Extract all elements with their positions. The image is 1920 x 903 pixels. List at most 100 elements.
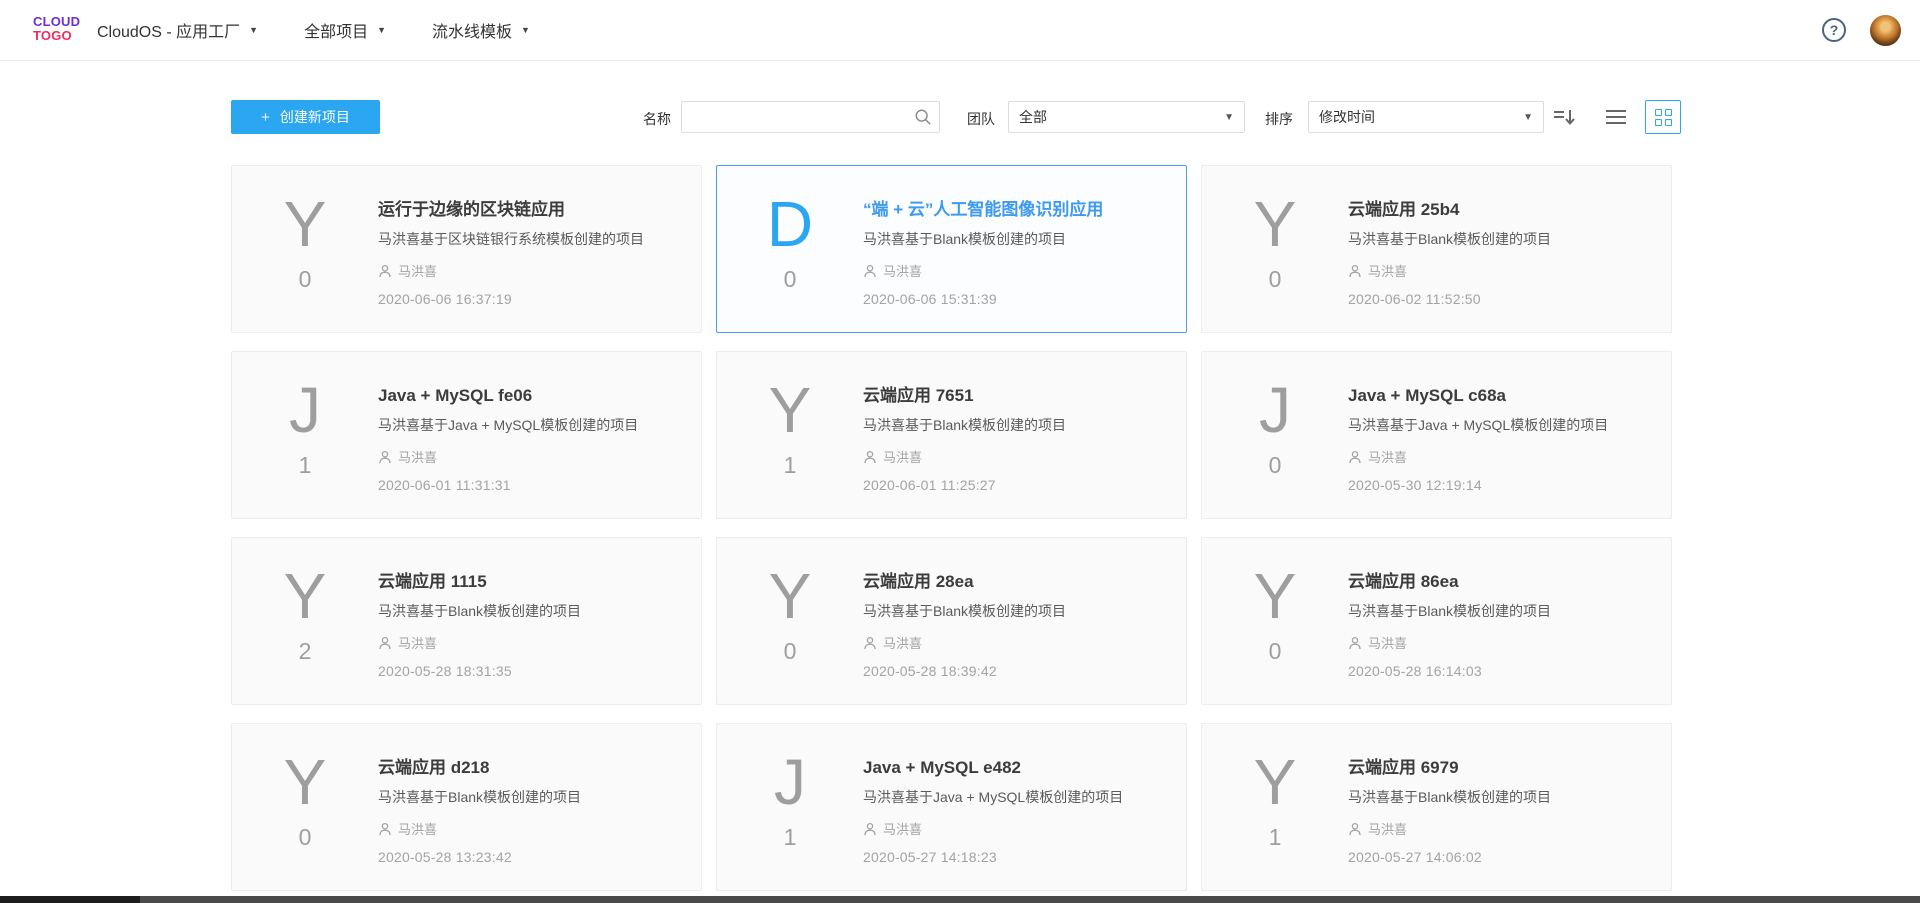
- project-description: 马洪喜基于Java + MySQL模板创建的项目: [378, 415, 638, 435]
- list-view-button[interactable]: [1604, 107, 1628, 130]
- project-owner-name: 马洪喜: [883, 261, 922, 280]
- project-title[interactable]: 云端应用 1115: [378, 571, 581, 592]
- horizontal-scrollbar[interactable]: [0, 896, 1920, 903]
- project-info: 云端应用 d218 马洪喜基于Blank模板创建的项目 马洪喜 2020-05-…: [378, 724, 581, 890]
- project-title[interactable]: 云端应用 7651: [863, 385, 1066, 406]
- project-title[interactable]: 云端应用 25b4: [1348, 199, 1551, 220]
- project-description: 马洪喜基于Java + MySQL模板创建的项目: [863, 787, 1123, 807]
- project-card[interactable]: Y 1 云端应用 7651 马洪喜基于Blank模板创建的项目 马洪喜 2020…: [716, 351, 1187, 519]
- project-description: 马洪喜基于Blank模板创建的项目: [378, 601, 581, 621]
- person-icon: [378, 264, 392, 278]
- project-modified-time: 2020-06-01 11:31:31: [378, 477, 638, 493]
- cloudtogo-logo[interactable]: CLOUD TOGO: [33, 15, 80, 43]
- project-card[interactable]: Y 0 云端应用 86ea 马洪喜基于Blank模板创建的项目 马洪喜 2020…: [1201, 537, 1672, 705]
- project-count: 0: [299, 824, 312, 851]
- project-owner-row: 马洪喜: [863, 447, 1066, 466]
- logo-line2: TOGO: [33, 29, 80, 43]
- nav-label: 流水线模板: [432, 18, 512, 42]
- project-owner-name: 马洪喜: [398, 819, 437, 838]
- project-initial-block: Y 0: [232, 724, 378, 890]
- project-modified-time: 2020-06-06 16:37:19: [378, 291, 644, 307]
- project-info: 云端应用 86ea 马洪喜基于Blank模板创建的项目 马洪喜 2020-05-…: [1348, 538, 1551, 704]
- project-initial-block: J 1: [717, 724, 863, 890]
- project-title[interactable]: Java + MySQL e482: [863, 757, 1123, 778]
- project-description: 马洪喜基于Blank模板创建的项目: [863, 601, 1066, 621]
- help-icon[interactable]: ?: [1822, 18, 1846, 42]
- project-owner-row: 马洪喜: [378, 819, 581, 838]
- person-icon: [1348, 264, 1362, 278]
- grid-view-icon: [1655, 109, 1672, 126]
- project-count: 2: [299, 638, 312, 665]
- project-title[interactable]: 云端应用 d218: [378, 757, 581, 778]
- project-description: 马洪喜基于Blank模板创建的项目: [1348, 601, 1551, 621]
- plus-icon: +: [261, 109, 270, 126]
- project-card[interactable]: Y 2 云端应用 1115 马洪喜基于Blank模板创建的项目 马洪喜 2020…: [231, 537, 702, 705]
- person-icon: [378, 450, 392, 464]
- scrollbar-thumb[interactable]: [0, 896, 140, 903]
- project-card[interactable]: Y 1 云端应用 6979 马洪喜基于Blank模板创建的项目 马洪喜 2020…: [1201, 723, 1672, 891]
- project-owner-row: 马洪喜: [1348, 447, 1608, 466]
- sort-select[interactable]: 修改时间 ▼: [1308, 101, 1544, 133]
- project-title[interactable]: Java + MySQL fe06: [378, 385, 638, 406]
- search-field-wrap: [681, 101, 940, 133]
- grid-view-button[interactable]: [1645, 100, 1681, 134]
- project-card[interactable]: J 0 Java + MySQL c68a 马洪喜基于Java + MySQL模…: [1201, 351, 1672, 519]
- project-modified-time: 2020-06-06 15:31:39: [863, 291, 1103, 307]
- project-initial-letter: Y: [1254, 748, 1297, 816]
- project-title[interactable]: Java + MySQL c68a: [1348, 385, 1608, 406]
- project-info: 云端应用 6979 马洪喜基于Blank模板创建的项目 马洪喜 2020-05-…: [1348, 724, 1551, 890]
- chevron-down-icon: ▼: [521, 25, 530, 35]
- project-card[interactable]: D 0 “端 + 云”人工智能图像识别应用 马洪喜基于Blank模板创建的项目 …: [716, 165, 1187, 333]
- project-card[interactable]: J 1 Java + MySQL e482 马洪喜基于Java + MySQL模…: [716, 723, 1187, 891]
- project-owner-name: 马洪喜: [398, 633, 437, 652]
- project-owner-name: 马洪喜: [1368, 633, 1407, 652]
- project-initial-letter: Y: [284, 562, 327, 630]
- person-icon: [1348, 822, 1362, 836]
- project-title[interactable]: “端 + 云”人工智能图像识别应用: [863, 199, 1103, 220]
- project-owner-name: 马洪喜: [398, 261, 437, 280]
- project-count: 0: [1269, 638, 1282, 665]
- project-info: 云端应用 28ea 马洪喜基于Blank模板创建的项目 马洪喜 2020-05-…: [863, 538, 1066, 704]
- project-card[interactable]: J 1 Java + MySQL fe06 马洪喜基于Java + MySQL模…: [231, 351, 702, 519]
- project-card[interactable]: Y 0 云端应用 28ea 马洪喜基于Blank模板创建的项目 马洪喜 2020…: [716, 537, 1187, 705]
- project-owner-row: 马洪喜: [1348, 633, 1551, 652]
- project-title[interactable]: 云端应用 6979: [1348, 757, 1551, 778]
- list-view-icon: [1604, 107, 1628, 127]
- project-owner-name: 马洪喜: [1368, 819, 1407, 838]
- user-avatar[interactable]: [1870, 15, 1901, 46]
- main-nav: CloudOS - 应用工厂 ▼ 全部项目 ▼ 流水线模板 ▼: [97, 0, 576, 60]
- project-initial-block: Y 1: [717, 352, 863, 518]
- project-initial-letter: J: [774, 748, 806, 816]
- project-owner-name: 马洪喜: [883, 819, 922, 838]
- project-card[interactable]: Y 0 运行于边缘的区块链应用 马洪喜基于区块链银行系统模板创建的项目 马洪喜 …: [231, 165, 702, 333]
- project-description: 马洪喜基于Blank模板创建的项目: [863, 229, 1103, 249]
- project-count: 0: [1269, 266, 1282, 293]
- search-input[interactable]: [681, 101, 940, 133]
- project-modified-time: 2020-05-28 18:39:42: [863, 663, 1066, 679]
- project-title[interactable]: 云端应用 86ea: [1348, 571, 1551, 592]
- project-owner-name: 马洪喜: [883, 447, 922, 466]
- project-initial-letter: Y: [1254, 190, 1297, 258]
- project-card[interactable]: Y 0 云端应用 d218 马洪喜基于Blank模板创建的项目 马洪喜 2020…: [231, 723, 702, 891]
- project-title[interactable]: 运行于边缘的区块链应用: [378, 199, 644, 220]
- project-owner-row: 马洪喜: [863, 261, 1103, 280]
- project-info: 云端应用 7651 马洪喜基于Blank模板创建的项目 马洪喜 2020-06-…: [863, 352, 1066, 518]
- project-modified-time: 2020-05-28 16:14:03: [1348, 663, 1551, 679]
- person-icon: [863, 450, 877, 464]
- nav-cloudos-app-factory[interactable]: CloudOS - 应用工厂 ▼: [97, 18, 258, 42]
- project-title[interactable]: 云端应用 28ea: [863, 571, 1066, 592]
- sort-filter-label: 排序: [1265, 109, 1293, 129]
- top-header: CLOUD TOGO CloudOS - 应用工厂 ▼ 全部项目 ▼ 流水线模板…: [0, 0, 1920, 61]
- create-project-button[interactable]: +创建新项目: [231, 100, 380, 134]
- project-description: 马洪喜基于Blank模板创建的项目: [1348, 229, 1551, 249]
- nav-all-projects[interactable]: 全部项目 ▼: [304, 18, 386, 42]
- project-card[interactable]: Y 0 云端应用 25b4 马洪喜基于Blank模板创建的项目 马洪喜 2020…: [1201, 165, 1672, 333]
- team-select[interactable]: 全部 ▼: [1008, 101, 1245, 133]
- project-owner-row: 马洪喜: [863, 633, 1066, 652]
- project-initial-block: Y 0: [717, 538, 863, 704]
- project-initial-letter: D: [767, 190, 813, 258]
- sort-direction-button[interactable]: [1551, 104, 1577, 133]
- search-icon[interactable]: [914, 108, 932, 126]
- project-info: “端 + 云”人工智能图像识别应用 马洪喜基于Blank模板创建的项目 马洪喜 …: [863, 166, 1103, 332]
- nav-pipeline-templates[interactable]: 流水线模板 ▼: [432, 18, 530, 42]
